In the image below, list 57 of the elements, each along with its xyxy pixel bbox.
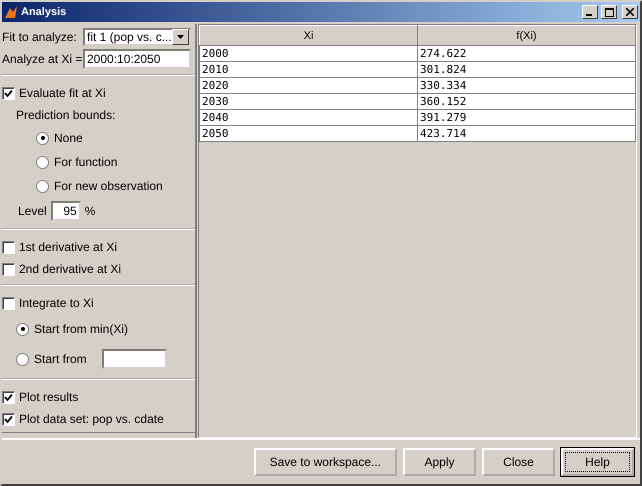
dialog-button[interactable]: Help (561, 448, 634, 476)
radio-button[interactable] (36, 156, 49, 168)
input-field[interactable]: 95 (50, 201, 81, 221)
table-cell: 301.824 (418, 62, 636, 78)
checkbox[interactable] (2, 412, 15, 426)
radio-button[interactable] (16, 352, 29, 366)
checkbox-label: Integrate to Xi (19, 296, 94, 310)
table-cell: 423.714 (418, 126, 636, 142)
checkbox-label: Plot results (19, 390, 78, 404)
unit-label: % (84, 204, 96, 218)
checkbox[interactable] (2, 296, 15, 310)
table-cell: 2010 (200, 62, 418, 78)
radio-label: None (54, 131, 83, 145)
checkbox-label: Evaluate fit at Xi (19, 86, 106, 100)
radio-label: Start from (34, 352, 87, 366)
table-cell: 2000 (200, 46, 418, 62)
table-cell: 391.279 (418, 110, 636, 126)
table-cell: 2050 (200, 126, 418, 142)
table-cell: 2020 (200, 78, 418, 94)
radio-label: For function (54, 155, 118, 169)
maximize-button[interactable] (601, 5, 617, 19)
checkbox[interactable] (2, 390, 15, 404)
checkbox-label: Plot data set: pop vs. cdate (19, 412, 164, 426)
checkbox-label: 2nd derivative at Xi (19, 262, 122, 276)
radio-button[interactable] (16, 322, 29, 336)
checkbox[interactable] (2, 86, 15, 100)
fit-dropdown[interactable]: fit 1 (pop vs. c... (83, 28, 191, 46)
app-logo-icon (4, 5, 18, 19)
checkbox[interactable] (2, 262, 15, 276)
dialog-button[interactable]: Close (482, 448, 555, 476)
radio-label: For new observation (54, 179, 163, 193)
section-label: Prediction bounds: (16, 108, 116, 122)
input-field[interactable]: 2000:10:2050 (83, 49, 191, 69)
table-cell: 2030 (200, 94, 418, 110)
minimize-button[interactable] (582, 5, 598, 19)
checkbox[interactable] (2, 240, 15, 254)
dialog-button[interactable]: Apply (403, 448, 476, 476)
radio-label: Start from min(Xi) (34, 322, 128, 336)
table-cell: 360.152 (418, 94, 636, 110)
table-cell: 2040 (200, 110, 418, 126)
table-cell: 274.622 (418, 46, 636, 62)
checkbox-label: 1st derivative at Xi (19, 240, 118, 254)
radio-button[interactable] (36, 180, 49, 192)
field-label: Fit to analyze: (2, 30, 78, 44)
field-label: Analyze at Xi = (2, 52, 81, 66)
caret-icon (177, 35, 184, 39)
close-button[interactable] (622, 5, 638, 19)
radio-button[interactable] (36, 132, 49, 144)
table-cell: 330.334 (418, 78, 636, 94)
column-header[interactable]: Xi (200, 26, 418, 46)
close-icon (626, 8, 634, 16)
field-label: Level (18, 204, 47, 218)
dialog-button[interactable]: Save to workspace... (254, 448, 397, 476)
window-title: Analysis (21, 6, 68, 18)
column-header[interactable]: f(Xi) (418, 26, 636, 46)
maximize-icon (604, 8, 614, 16)
input-field[interactable] (102, 349, 167, 369)
